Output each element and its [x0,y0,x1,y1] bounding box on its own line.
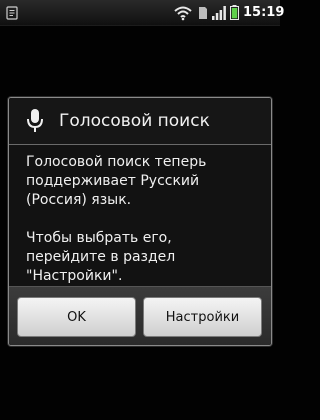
wifi-icon [172,0,194,25]
notification-icon [4,0,20,25]
ok-button[interactable]: OK [17,297,136,337]
settings-button[interactable]: Настройки [143,297,262,337]
message-paragraph-1: Голосовой поиск теперь поддерживает Русс… [26,154,207,208]
message-paragraph-2: Чтобы выбрать его, перейдите в раздел "Н… [26,230,176,284]
sim-icon [197,0,209,25]
status-bar: 15:19 [0,0,284,26]
microphone-icon [23,108,47,134]
voice-search-dialog: Голосовой поиск Голосовой поиск теперь п… [8,97,272,346]
status-clock: 15:19 [243,5,285,20]
dialog-title: Голосовой поиск [59,111,210,131]
dialog-header: Голосовой поиск [9,98,271,145]
dialog-button-bar: OK Настройки [9,286,271,345]
battery-icon [229,0,240,25]
dialog-message: Голосовой поиск теперь поддерживает Русс… [26,153,266,305]
signal-icon [211,0,227,25]
